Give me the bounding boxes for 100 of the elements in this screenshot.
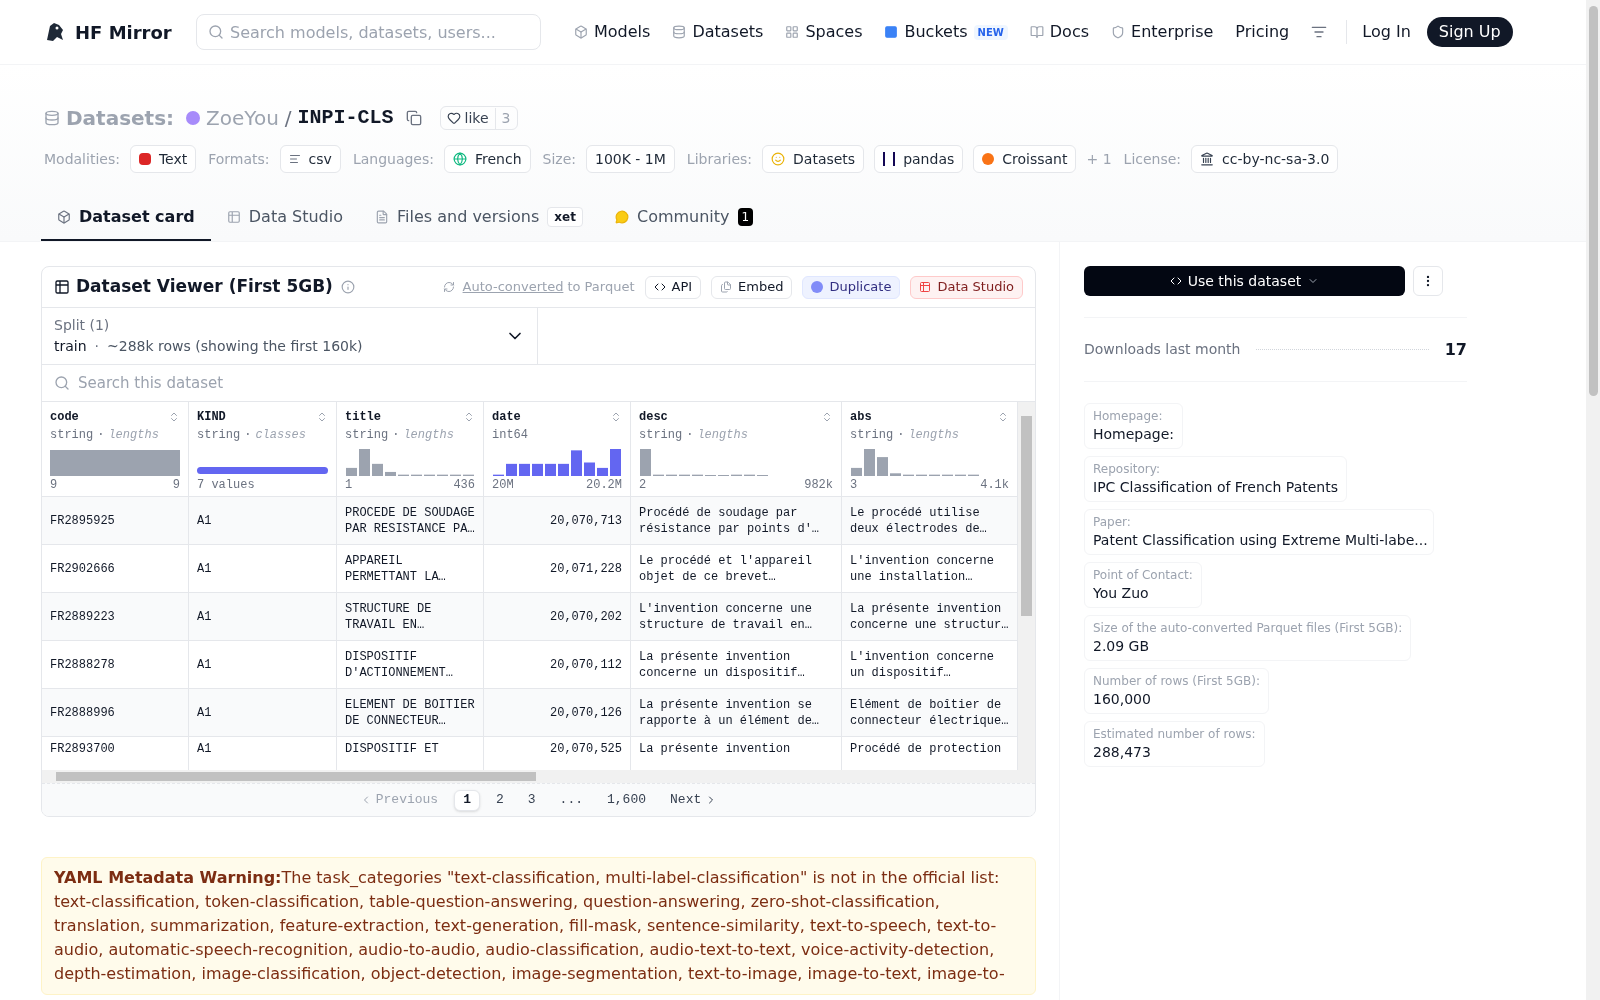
separator-dot: ·	[392, 427, 400, 444]
viewer-button[interactable]: Duplicate	[802, 275, 901, 299]
table-cell: FR2889223	[42, 593, 189, 640]
info-label: Repository:	[1093, 461, 1161, 477]
nav-link[interactable]: Datasets	[672, 20, 764, 44]
tag-chip[interactable]: 100K - 1M	[586, 145, 675, 173]
page-link[interactable]: 2	[488, 789, 512, 811]
tag-group-label: License:	[1123, 149, 1182, 169]
tag-chip[interactable]: csv	[279, 145, 341, 173]
separator-dot: ·	[686, 427, 694, 444]
tag-chip[interactable]: cc-by-nc-sa-3.0	[1191, 145, 1339, 173]
table-cell: La présente invention se rapporte à un élément de…	[631, 689, 842, 736]
viewer-button[interactable]: API	[644, 275, 702, 299]
horizontal-scrollbar[interactable]	[42, 770, 1018, 783]
sort-icon[interactable]	[610, 411, 622, 423]
range-max: 982k	[804, 477, 833, 494]
range-max: 9	[172, 477, 180, 494]
tag-group-label: Languages:	[352, 149, 434, 169]
sort-icon[interactable]	[997, 411, 1009, 423]
smiley-icon	[771, 152, 786, 166]
table-cell: ELEMENT DE BOITIER DE CONNECTEUR…	[337, 689, 484, 736]
tag-chip[interactable]: Text	[129, 145, 197, 173]
column-type: string	[345, 427, 389, 444]
table-cell: Procédé de soudage par résistance par points d'…	[631, 497, 842, 544]
column-name: date	[492, 409, 521, 426]
repo-name[interactable]: INPI-CLS	[297, 103, 394, 133]
sort-icon[interactable]	[463, 411, 475, 423]
code-icon	[1169, 275, 1182, 287]
tab[interactable]: Files and versions xet	[359, 195, 599, 241]
range-min: 9	[50, 477, 58, 494]
table-cell: FR2888278	[42, 641, 189, 688]
page-link[interactable]: 1	[454, 789, 480, 811]
croissant-icon	[982, 153, 995, 165]
shield-icon	[1111, 25, 1125, 39]
column-type: string	[639, 427, 683, 444]
column-name: abs	[850, 409, 872, 426]
nav-link[interactable]: Docs	[1029, 20, 1089, 44]
info-value: 160,000	[1093, 690, 1152, 709]
table-cell: 20,070,126	[484, 689, 631, 736]
column-type: string	[850, 427, 894, 444]
nav-link[interactable]: Spaces	[785, 20, 863, 44]
cube-icon	[574, 25, 588, 39]
use-dataset-button[interactable]: Use this dataset	[1084, 266, 1405, 296]
tag-chip[interactable]: French	[444, 145, 531, 173]
separator-dot: ·	[97, 427, 105, 444]
login-link[interactable]: Log In	[1362, 20, 1411, 44]
table-cell: DISPOSITIF D'ACTIONNEMENT…	[337, 641, 484, 688]
split-label: Split (1)	[54, 316, 111, 335]
table-icon	[226, 210, 241, 224]
column-stat: lengths	[108, 427, 159, 444]
sort-icon[interactable]	[168, 411, 180, 423]
info-value: You Zuo	[1093, 584, 1150, 603]
like-button[interactable]: like 3	[439, 106, 518, 130]
refresh-icon	[442, 281, 455, 293]
table-cell: La présente invention concerne un dispositif…	[631, 641, 842, 688]
brand-name[interactable]: HF Mirror	[75, 18, 172, 46]
page-link[interactable]: 1,600	[599, 789, 655, 811]
dataset-search-field[interactable]: Search this dataset	[42, 365, 1035, 401]
search-field[interactable]: Search models, datasets, users...	[196, 14, 541, 50]
tag-chip[interactable]: Datasets	[762, 145, 865, 173]
globe-icon	[453, 152, 467, 166]
info-label: Number of rows (First 5GB):	[1093, 673, 1260, 689]
tab[interactable]: Dataset card	[41, 195, 211, 241]
tag-group-label: Libraries:	[686, 149, 753, 169]
table-cell: FR2888996	[42, 689, 189, 736]
table-cell: 20,070,202	[484, 593, 631, 640]
column-stat: classes	[255, 427, 306, 444]
nav-link[interactable]: Buckets NEW	[884, 20, 1008, 44]
menu-icon[interactable]	[1311, 24, 1328, 40]
range-min: 20M	[492, 477, 514, 494]
sort-icon[interactable]	[316, 411, 328, 423]
page-link[interactable]: ...	[551, 789, 591, 811]
info-icon[interactable]	[340, 280, 355, 294]
viewer-title: Dataset Viewer (First 5GB)	[76, 275, 333, 299]
path-separator: /	[284, 105, 292, 132]
tag-chip[interactable]: Croissant	[973, 145, 1077, 173]
page-link[interactable]: 3	[519, 789, 544, 811]
nav-link[interactable]: Enterprise	[1111, 20, 1214, 44]
split-name: train	[54, 337, 87, 356]
column-type: int64	[492, 427, 528, 444]
tag-chip[interactable]: pandas	[874, 145, 964, 173]
split-selector[interactable]: Split (1) train · ~288k rows (showing the first 160k)	[42, 308, 538, 364]
new-badge: NEW	[973, 24, 1008, 40]
sort-icon[interactable]	[821, 411, 833, 423]
bars-icon	[883, 152, 896, 166]
table-cell: A1	[189, 689, 337, 736]
info-label: Point of Contact:	[1093, 567, 1193, 583]
range-min: 3	[850, 477, 858, 494]
nav-link[interactable]: Pricing	[1235, 20, 1290, 44]
signup-button[interactable]: Sign Up	[1426, 17, 1513, 47]
next-link[interactable]: Next	[662, 790, 726, 810]
tab[interactable]: Data Studio	[210, 195, 359, 241]
column-stat: lengths	[697, 427, 748, 444]
nav-link[interactable]: Models	[574, 20, 651, 44]
viewer-button[interactable]: Data Studio	[910, 275, 1023, 299]
page-scrollbar[interactable]	[1586, 0, 1600, 1000]
tab[interactable]: Community 1	[598, 195, 770, 241]
vertical-scrollbar[interactable]	[1018, 402, 1035, 783]
copy-icon[interactable]	[405, 110, 422, 126]
viewer-button[interactable]: Embed	[711, 275, 793, 299]
